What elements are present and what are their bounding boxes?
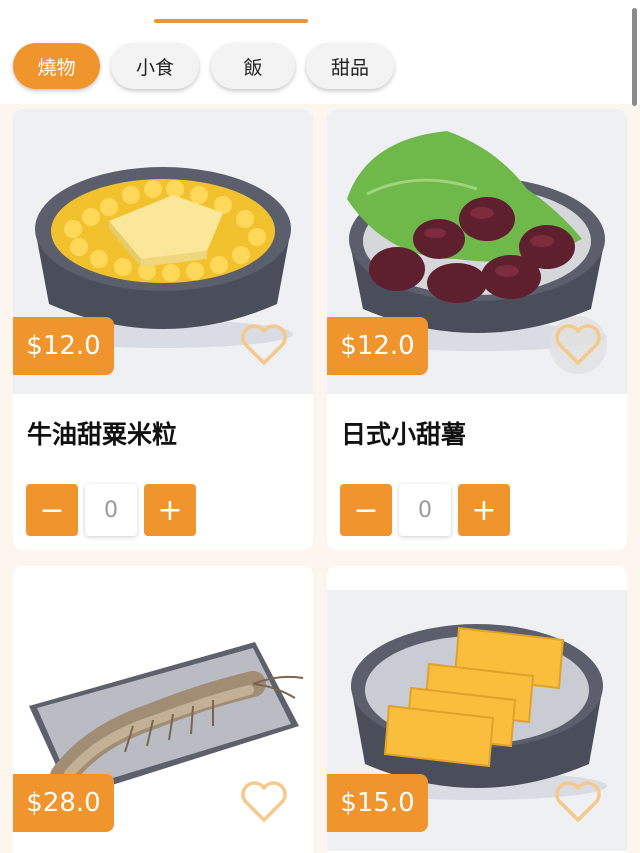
tab-desserts[interactable]: 甜品 [306, 43, 394, 89]
quantity-input[interactable] [399, 484, 451, 536]
product-name: 日式小甜薯 [341, 420, 467, 449]
product-name: 牛油甜粟米粒 [27, 420, 178, 449]
product-card: $15.0 [327, 566, 627, 853]
heart-outline-icon[interactable] [235, 773, 293, 831]
price-tag: $28.0 [13, 774, 114, 832]
price-tag: $15.0 [327, 774, 428, 832]
minus-icon[interactable]: − [340, 484, 392, 536]
plus-icon[interactable]: + [458, 484, 510, 536]
product-card: $12.0 牛油甜粟米粒 − + [13, 109, 313, 550]
minus-icon[interactable]: − [26, 484, 78, 536]
quantity-input[interactable] [85, 484, 137, 536]
active-tab-indicator [154, 19, 308, 23]
tab-rice[interactable]: 飯 [211, 43, 295, 89]
price-tag: $12.0 [327, 317, 428, 375]
heart-outline-icon[interactable] [549, 316, 607, 374]
heart-outline-icon[interactable] [235, 316, 293, 374]
product-card: $12.0 日式小甜薯 − + [327, 109, 627, 550]
price-tag: $12.0 [13, 317, 114, 375]
plus-icon[interactable]: + [144, 484, 196, 536]
category-tab-bar: 燒物 小食 飯 甜品 [0, 0, 640, 104]
tab-snacks[interactable]: 小食 [111, 43, 199, 89]
heart-outline-icon[interactable] [549, 773, 607, 831]
product-card: $28.0 [13, 566, 313, 853]
quantity-stepper: − + [26, 484, 198, 536]
tab-grilled[interactable]: 燒物 [13, 43, 100, 89]
page-scrollbar[interactable] [632, 8, 637, 106]
quantity-stepper: − + [340, 484, 512, 536]
